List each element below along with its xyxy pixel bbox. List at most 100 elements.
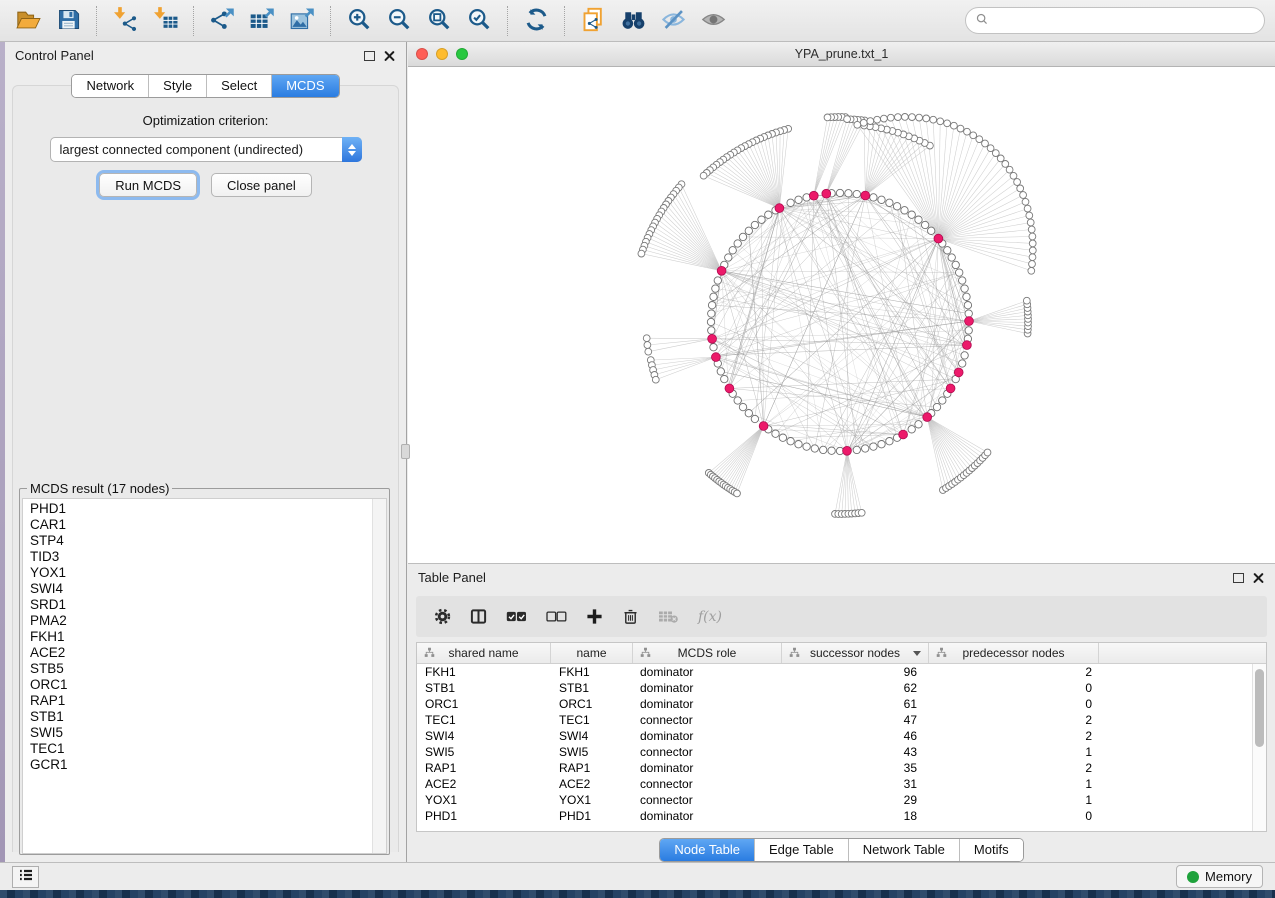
table-row[interactable]: ACE2ACE2connector311 xyxy=(417,776,1266,792)
table-row[interactable]: RAP1RAP1dominator352 xyxy=(417,760,1266,776)
close-panel-button[interactable]: Close panel xyxy=(211,173,312,197)
table-cell: connector xyxy=(633,777,782,791)
tab-node-table[interactable]: Node Table xyxy=(660,839,754,861)
list-item[interactable]: SWI4 xyxy=(30,581,386,597)
open-file-button[interactable] xyxy=(8,3,48,39)
tab-network[interactable]: Network xyxy=(72,75,148,97)
list-item[interactable]: PMA2 xyxy=(30,613,386,629)
criterion-dropdown[interactable]: largest connected component (undirected) xyxy=(50,137,362,162)
list-item[interactable]: TEC1 xyxy=(30,741,386,757)
main-toolbar xyxy=(0,0,1275,42)
list-item[interactable]: CAR1 xyxy=(30,517,386,533)
list-item[interactable]: STP4 xyxy=(30,533,386,549)
list-item[interactable]: GCR1 xyxy=(30,757,386,773)
network-canvas[interactable] xyxy=(408,67,1275,563)
zoom-fit-icon xyxy=(426,6,453,36)
list-item[interactable]: YOX1 xyxy=(30,565,386,581)
close-traffic-light-icon[interactable] xyxy=(416,48,428,60)
table-cell: 61 xyxy=(782,697,929,711)
select-all-button[interactable] xyxy=(506,608,527,625)
minimize-traffic-light-icon[interactable] xyxy=(436,48,448,60)
memory-button[interactable]: Memory xyxy=(1176,865,1263,888)
zoom-in-button[interactable] xyxy=(339,3,379,39)
list-item[interactable]: PHD1 xyxy=(30,501,386,517)
show-columns-icon xyxy=(470,608,487,625)
table-panel-header: Table Panel xyxy=(408,564,1275,591)
tab-style[interactable]: Style xyxy=(148,75,206,97)
list-item[interactable]: RAP1 xyxy=(30,693,386,709)
deselect-all-button[interactable] xyxy=(546,608,567,625)
column-header-successor-nodes[interactable]: successor nodes xyxy=(782,643,929,663)
column-label: MCDS role xyxy=(678,646,737,660)
column-header-predecessor-nodes[interactable]: predecessor nodes xyxy=(929,643,1099,663)
show-all-button[interactable] xyxy=(693,3,733,39)
memory-label: Memory xyxy=(1205,869,1252,884)
zoom-fit-button[interactable] xyxy=(419,3,459,39)
export-network-button[interactable] xyxy=(202,3,242,39)
import-table-icon xyxy=(152,6,179,36)
tab-select[interactable]: Select xyxy=(206,75,271,97)
maximize-traffic-light-icon[interactable] xyxy=(456,48,468,60)
list-item[interactable]: ACE2 xyxy=(30,645,386,661)
list-item[interactable]: FKH1 xyxy=(30,629,386,645)
list-item[interactable]: SRD1 xyxy=(30,597,386,613)
mcds-list-scrollbar[interactable] xyxy=(372,499,386,853)
table-row[interactable]: PHD1PHD1dominator180 xyxy=(417,808,1266,824)
table-cell: 47 xyxy=(782,713,929,727)
zoom-out-button[interactable] xyxy=(379,3,419,39)
save-session-button[interactable] xyxy=(48,3,88,39)
search-network-button[interactable] xyxy=(613,3,653,39)
hide-selected-button[interactable] xyxy=(653,3,693,39)
list-item[interactable]: STB1 xyxy=(30,709,386,725)
toolbar-icon-groups xyxy=(8,0,733,41)
column-header-name[interactable]: name xyxy=(551,643,633,663)
tab-motifs[interactable]: Motifs xyxy=(959,839,1023,861)
table-row[interactable]: SWI5SWI5connector431 xyxy=(417,744,1266,760)
float-window-icon[interactable] xyxy=(1233,573,1244,583)
mcds-result-list: PHD1CAR1STP4TID3YOX1SWI4SRD1PMA2FKH1ACE2… xyxy=(22,498,387,854)
network-view-window: YPA_prune.txt_1 xyxy=(408,42,1275,563)
delete-column-button[interactable] xyxy=(622,608,639,625)
list-item[interactable]: STB5 xyxy=(30,661,386,677)
table-row[interactable]: YOX1YOX1connector291 xyxy=(417,792,1266,808)
tab-mcds[interactable]: MCDS xyxy=(271,75,338,97)
float-window-icon[interactable] xyxy=(364,51,375,61)
table-row[interactable]: FKH1FKH1dominator962 xyxy=(417,664,1266,680)
close-icon[interactable] xyxy=(384,50,396,62)
close-icon[interactable] xyxy=(1253,572,1265,584)
list-item[interactable]: TID3 xyxy=(30,549,386,565)
copy-network-button[interactable] xyxy=(573,3,613,39)
table-row[interactable]: TEC1TEC1connector472 xyxy=(417,712,1266,728)
list-item[interactable]: ORC1 xyxy=(30,677,386,693)
table-scrollbar-thumb[interactable] xyxy=(1255,669,1264,747)
table-cell: PHD1 xyxy=(551,809,633,823)
table-cell: RAP1 xyxy=(417,761,551,775)
toolbar-separator xyxy=(564,6,565,36)
panel-splitter-handle[interactable] xyxy=(401,444,410,459)
table-cell: STB1 xyxy=(551,681,633,695)
column-header-MCDS-role[interactable]: MCDS role xyxy=(633,643,782,663)
zoom-out-icon xyxy=(386,6,413,36)
show-columns-button[interactable] xyxy=(470,608,487,625)
run-mcds-button[interactable]: Run MCDS xyxy=(99,173,197,197)
export-table-button[interactable] xyxy=(242,3,282,39)
refresh-view-button[interactable] xyxy=(516,3,556,39)
svg-text:f(x): f(x) xyxy=(697,609,722,625)
add-column-button[interactable] xyxy=(586,608,603,625)
table-row[interactable]: ORC1ORC1dominator610 xyxy=(417,696,1266,712)
tab-network-table[interactable]: Network Table xyxy=(848,839,959,861)
export-image-button[interactable] xyxy=(282,3,322,39)
column-header-shared-name[interactable]: shared name xyxy=(417,643,551,663)
search-input[interactable] xyxy=(994,13,1255,28)
import-network-button[interactable] xyxy=(105,3,145,39)
zoom-selected-button[interactable] xyxy=(459,3,499,39)
list-item[interactable]: SWI5 xyxy=(30,725,386,741)
import-table-button[interactable] xyxy=(145,3,185,39)
task-history-button[interactable] xyxy=(12,866,39,888)
table-row[interactable]: SWI4SWI4dominator462 xyxy=(417,728,1266,744)
table-cell: 18 xyxy=(782,809,929,823)
column-label: name xyxy=(576,646,606,660)
table-row[interactable]: STB1STB1dominator620 xyxy=(417,680,1266,696)
settings-gear-button[interactable] xyxy=(434,608,451,625)
tab-edge-table[interactable]: Edge Table xyxy=(754,839,848,861)
